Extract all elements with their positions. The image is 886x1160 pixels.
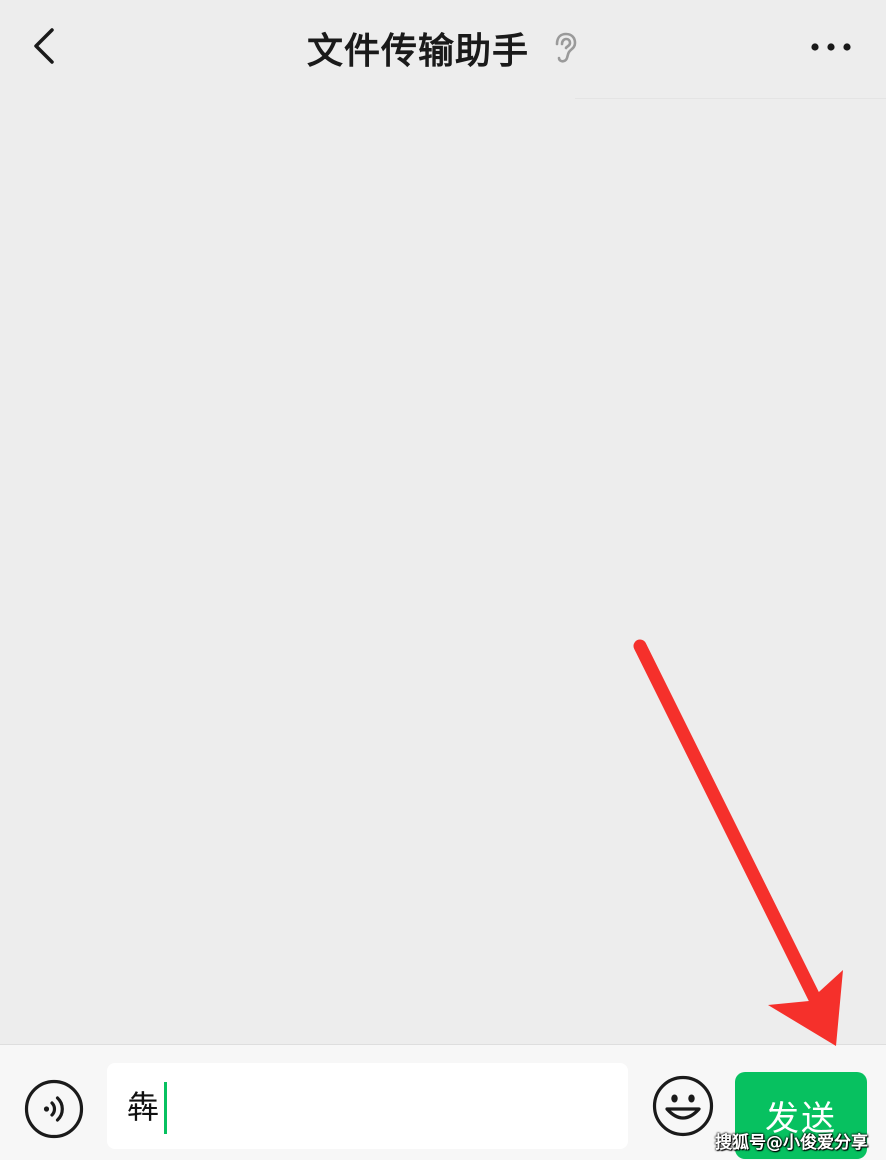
voice-input-icon bbox=[24, 1079, 84, 1139]
send-button[interactable]: 发送 bbox=[735, 1072, 867, 1159]
chat-title: 文件传输助手 bbox=[306, 31, 529, 72]
chevron-left-icon bbox=[34, 28, 54, 64]
emoji-icon bbox=[652, 1075, 714, 1137]
text-cursor bbox=[164, 1082, 167, 1134]
back-button[interactable] bbox=[18, 18, 74, 74]
more-dots-icon bbox=[811, 43, 851, 51]
more-options-button[interactable] bbox=[806, 24, 856, 70]
ear-icon bbox=[551, 31, 579, 65]
message-input[interactable]: 犇 bbox=[107, 1063, 628, 1149]
voice-input-button[interactable] bbox=[24, 1079, 84, 1139]
message-list-area[interactable] bbox=[0, 99, 886, 1044]
message-input-text: 犇 bbox=[127, 1088, 160, 1126]
emoji-button[interactable] bbox=[652, 1075, 714, 1137]
